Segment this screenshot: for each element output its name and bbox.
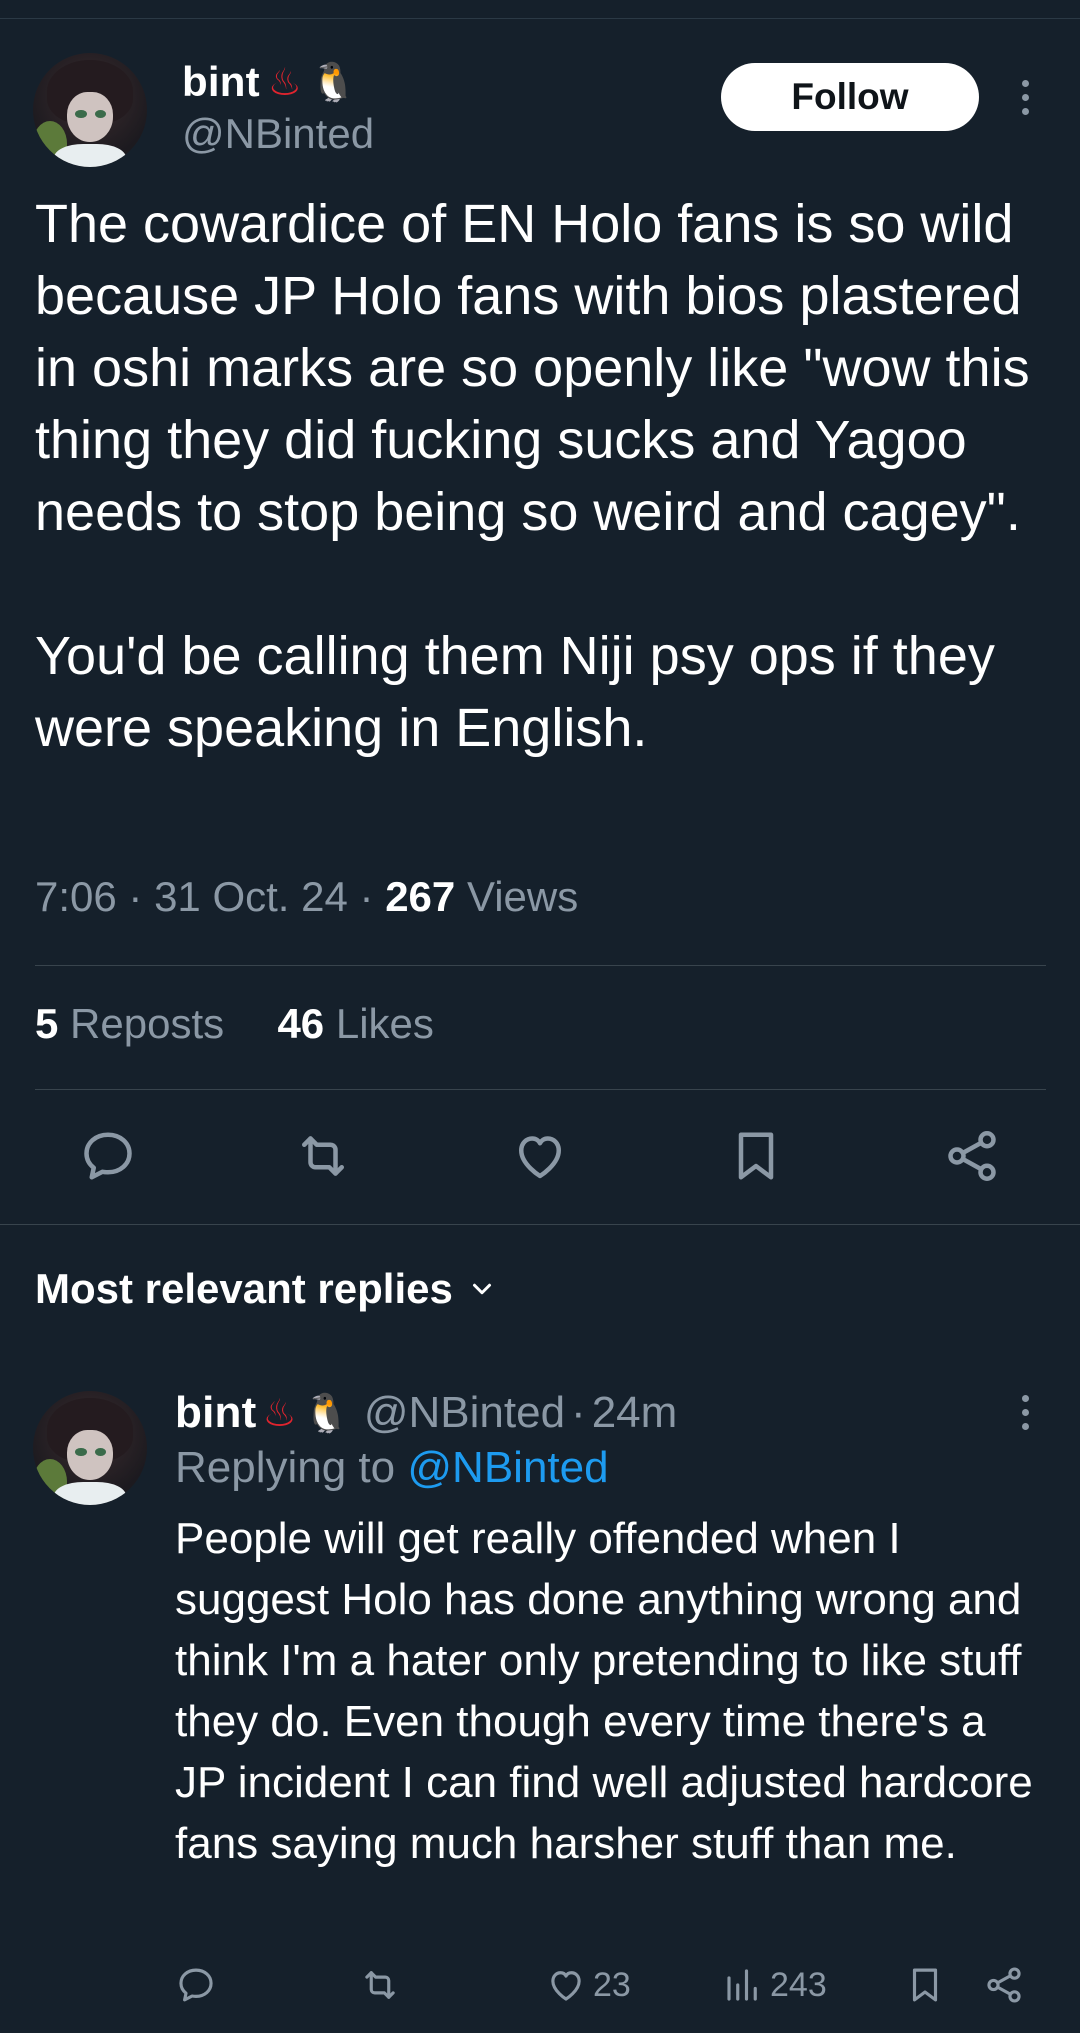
reply-repost-button[interactable]: [359, 1955, 401, 2015]
share-icon[interactable]: [942, 1126, 1002, 1186]
penguin-emoji: 🐧: [302, 1391, 350, 1435]
reply-views-button[interactable]: 243: [722, 1955, 827, 2015]
reply-author-avatar[interactable]: [33, 1391, 147, 1505]
reply-reply-button[interactable]: [175, 1955, 217, 2015]
hot-springs-emoji: ♨: [267, 60, 302, 104]
engagement-counts: 5 Reposts 46 Likes: [35, 1000, 434, 1048]
reply-action-bar: 23 243: [0, 1955, 1080, 2015]
likes-count: 46: [277, 1000, 325, 1047]
divider: [35, 1089, 1046, 1090]
views-icon: [727, 1969, 757, 2001]
reply-like-button[interactable]: 23: [545, 1955, 631, 2015]
top-divider: [0, 18, 1080, 19]
reply-share-button[interactable]: [983, 1955, 1025, 2015]
divider: [0, 1224, 1080, 1225]
reply-header: bint ♨ 🐧 @NBinted · 24m: [175, 1388, 678, 1438]
like-icon: [551, 1971, 581, 2001]
penguin-emoji: 🐧: [309, 60, 358, 104]
reply-text: People will get really offended when I s…: [175, 1514, 1033, 1868]
repost-icon[interactable]: [293, 1126, 353, 1186]
tweet-time[interactable]: 7:06: [35, 873, 117, 920]
author-name-row[interactable]: bint ♨ 🐧: [182, 56, 357, 108]
like-icon[interactable]: [510, 1126, 570, 1186]
replying-prefix: Replying to: [175, 1443, 396, 1492]
reply-time: 24m: [591, 1388, 678, 1437]
tweet-detail-page: bint ♨ 🐧 @NBinted Follow The cowardice o…: [0, 0, 1080, 2033]
hot-springs-emoji: ♨: [262, 1391, 297, 1435]
share-icon: [987, 1967, 1021, 2003]
author-avatar[interactable]: [33, 53, 147, 167]
reply-views-count: 243: [770, 1965, 827, 2004]
tweet-meta: 7:06 · 31 Oct. 24 · 267 Views: [35, 873, 579, 920]
likes-link[interactable]: 46 Likes: [277, 1000, 433, 1047]
reply-author-name[interactable]: bint: [175, 1388, 256, 1438]
reposts-label: Reposts: [70, 1000, 225, 1047]
reply-icon: [179, 1968, 213, 2002]
replies-section-title: Most relevant replies: [35, 1265, 453, 1312]
views-label: Views: [466, 873, 579, 920]
chevron-down-icon: [472, 1283, 491, 1295]
tweet-date[interactable]: 31 Oct. 24: [154, 873, 348, 920]
views-count: 267: [385, 873, 456, 920]
author-display-name: bint: [182, 58, 260, 105]
reply-likes-count: 23: [593, 1965, 631, 2004]
divider: [35, 965, 1046, 966]
reply-bookmark-button[interactable]: [904, 1955, 946, 2015]
reposts-count: 5: [35, 1000, 59, 1047]
follow-button[interactable]: Follow: [721, 63, 979, 131]
repost-icon: [365, 1971, 395, 1999]
bookmark-icon: [912, 1968, 938, 2002]
bookmark-icon[interactable]: [726, 1126, 786, 1186]
reply-icon[interactable]: [78, 1126, 138, 1186]
reply-author-handle[interactable]: @NBinted: [364, 1388, 565, 1438]
replies-sort-selector[interactable]: Most relevant replies: [35, 1265, 497, 1313]
reposts-link[interactable]: 5 Reposts: [35, 1000, 236, 1047]
replying-to: Replying to @NBinted: [175, 1443, 609, 1493]
replying-to-handle-link[interactable]: @NBinted: [407, 1443, 608, 1492]
tweet-text: The cowardice of EN Holo fans is so wild…: [35, 194, 1030, 758]
reply-more-options-icon[interactable]: [1015, 1395, 1035, 1445]
author-handle[interactable]: @NBinted: [182, 110, 374, 158]
more-options-icon[interactable]: [1015, 80, 1035, 130]
likes-label: Likes: [335, 1000, 434, 1047]
